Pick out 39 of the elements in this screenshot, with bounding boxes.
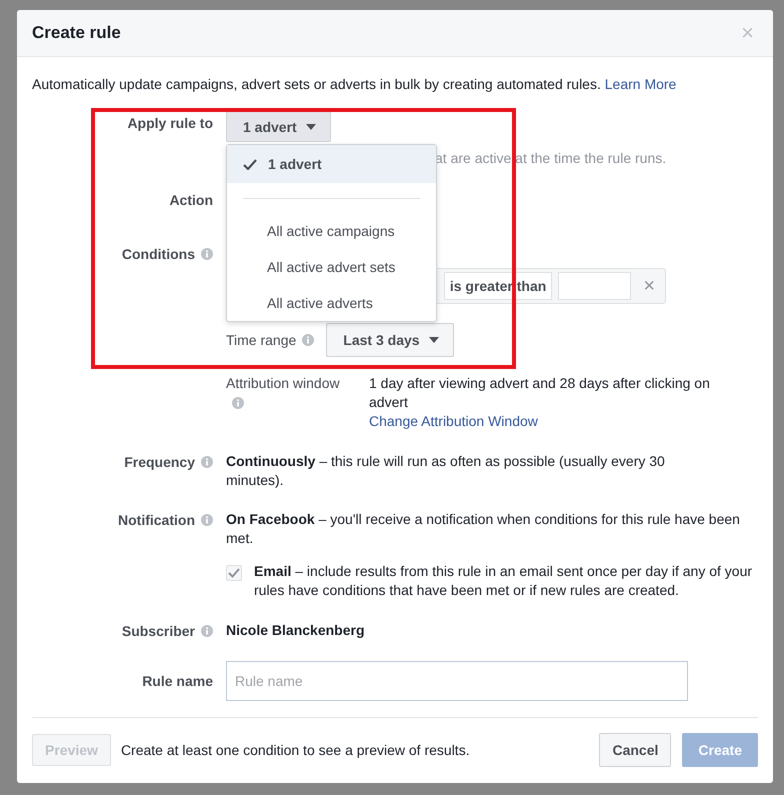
info-icon — [232, 397, 244, 409]
apply-rule-dropdown[interactable]: 1 advert — [226, 111, 331, 142]
menu-item[interactable]: All active campaigns — [227, 213, 436, 249]
info-icon — [201, 624, 213, 636]
intro-text: Automatically update campaigns, advert sets or adverts in bulk by creating automated rules. Learn More — [32, 75, 678, 93]
email-text: Email – include results from this rule in an email sent once per day if any of your rules have conditions that have been met or if new rules are created. — [254, 562, 754, 600]
preview-note: Create at least one condition to see a preview of results. — [120, 742, 470, 758]
learn-more-link[interactable]: Learn More — [604, 76, 676, 92]
field-label: Conditions — [122, 246, 195, 262]
operator-chip[interactable]: is greater than — [444, 272, 552, 300]
menu-item[interactable]: All active adverts — [227, 285, 436, 321]
field-label: Rule name — [141, 673, 213, 689]
notification-text: On Facebook – you'll receive a notification when conditions for this rule have been met. — [226, 510, 741, 548]
frequency-text: Continuously – this rule will run as often as possible (usually every 30 minutes). — [226, 452, 666, 490]
info-icon — [201, 514, 213, 526]
info-icon — [201, 456, 213, 468]
dialog-title: Create rule — [32, 23, 122, 43]
caret-icon — [306, 124, 316, 130]
field-label: Frequency — [124, 454, 195, 470]
field-label: Attribution window — [226, 375, 340, 391]
info-icon — [201, 248, 213, 260]
field-label: Action — [168, 192, 213, 208]
change-attribution-link[interactable]: Change Attribution Window — [369, 412, 538, 431]
field-label: Subscriber — [122, 622, 195, 638]
value-input[interactable] — [558, 272, 632, 300]
rule-name-input[interactable]: Rule name — [226, 661, 688, 701]
email-checkbox[interactable] — [226, 565, 242, 581]
field-label: Notification — [118, 512, 195, 528]
time-range-dropdown[interactable]: Last 3 days — [326, 323, 454, 357]
field-label: Time range — [226, 332, 296, 348]
field-label: Apply rule to — [126, 115, 213, 131]
caret-icon — [428, 337, 439, 343]
info-icon — [302, 334, 314, 346]
subscriber-name: Nicole Blanckenberg — [226, 622, 364, 638]
check-icon — [243, 158, 257, 170]
cancel-button[interactable]: Cancel — [599, 733, 672, 767]
menu-item[interactable]: All active advert sets — [227, 249, 436, 285]
menu-item[interactable]: 1 advert — [227, 145, 436, 183]
attribution-text: 1 day after viewing advert and 28 days after clicking on advert — [369, 374, 711, 412]
